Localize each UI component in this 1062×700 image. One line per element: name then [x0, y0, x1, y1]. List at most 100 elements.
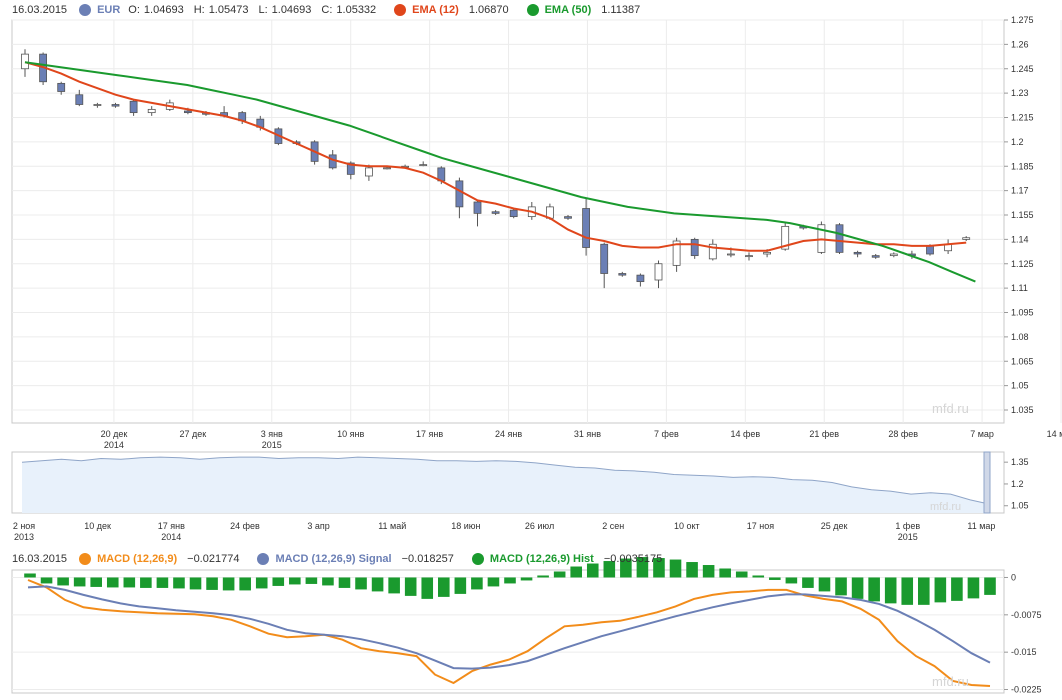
candle-body: [509, 209, 518, 218]
macd-hist-bar: [471, 577, 483, 590]
x-tick-label: 24 янв: [495, 429, 522, 439]
legend-hist-label[interactable]: MACD (12,26,9) Hist: [490, 553, 594, 565]
nav-x-year: 2015: [898, 532, 918, 542]
price-tick-label: 1.05: [1011, 381, 1029, 391]
price-tick-label: 1.17: [1011, 186, 1029, 196]
signal-dot-icon: [257, 553, 270, 565]
price-tick-label: 1.245: [1011, 64, 1034, 74]
price-panel[interactable]: 1.275 1.26 1.245 1.23 1.215 1.2 1.185 1.17 1.155…: [11, 15, 1062, 450]
macd-hist-bar: [802, 577, 814, 588]
price-tick-label: 1.2: [1011, 137, 1024, 147]
x-tick-label: 3 янв: [261, 429, 283, 439]
candle-body: [926, 245, 934, 255]
x-tick-label: 7 фев: [654, 429, 679, 439]
legend-signal-value: −0.018257: [401, 553, 454, 565]
macd-panel[interactable]: 0 -0.0075 -0.015 -0.0225 mfd.ru: [11, 557, 1042, 695]
macd-legend: 16.03.2015 MACD (12,26,9) −0.021774 MACD…: [12, 553, 668, 565]
macd-hist-bar: [388, 577, 400, 594]
nav-x-label: 10 дек: [84, 521, 111, 531]
macd-hist-bar: [487, 577, 500, 587]
nav-x-label: 24 фев: [230, 521, 260, 531]
price-tick-label: 1.155: [1011, 210, 1034, 220]
macd-tick-label: -0.0225: [1011, 685, 1042, 695]
price-tick-label: 1.065: [1011, 356, 1034, 366]
candle-body: [582, 208, 590, 248]
candle-body: [57, 82, 66, 92]
macd-hist-bar: [355, 577, 367, 590]
macd-hist-bar: [835, 577, 847, 596]
macd-hist-bar: [239, 577, 251, 591]
x-tick-label: 14 мар: [1047, 429, 1062, 439]
nav-watermark: mfd.ru: [930, 501, 961, 513]
candle-body: [183, 110, 192, 114]
candle-body: [763, 251, 771, 255]
candle-body: [636, 274, 645, 283]
candle-body: [871, 255, 880, 258]
nav-x-label: 2 сен: [602, 521, 624, 531]
macd-hist-bar: [289, 577, 301, 585]
candle-body: [618, 273, 627, 276]
macd-hist-bar: [255, 577, 268, 589]
x-tick-label: 21 фев: [809, 429, 839, 439]
candle-body: [364, 167, 373, 177]
legend-macd-label[interactable]: MACD (12,26,9): [97, 553, 177, 565]
chart-root: 16.03.2015 EUR O: 1.04693 H: 1.05473 L: …: [0, 0, 1062, 700]
nav-x-label: 18 июн: [451, 521, 480, 531]
macd-tick-label: 0: [1011, 572, 1016, 582]
macd-hist-bar: [24, 573, 36, 578]
macd-hist-bar: [934, 577, 947, 603]
price-tick-label: 1.125: [1011, 259, 1034, 269]
x-tick-label: 14 фев: [730, 429, 760, 439]
macd-hist-bar: [702, 565, 715, 578]
macd-hist-bar: [106, 577, 119, 588]
candle-body: [745, 255, 753, 258]
macd-hist-bar: [421, 577, 434, 599]
legend-hist-value: −0.0035175: [603, 553, 663, 565]
macd-hist-bar: [984, 577, 996, 595]
candle-body: [129, 100, 138, 114]
x-tick-label: 28 фев: [888, 429, 918, 439]
legend-macd-value: −0.021774: [187, 553, 240, 565]
macd-hist-bar: [785, 577, 798, 584]
candle-body: [564, 216, 572, 219]
macd-hist-bar: [40, 577, 53, 584]
macd-hist-bar: [371, 577, 384, 592]
macd-hist-bar: [206, 577, 218, 590]
price-tick-label: 1.11: [1011, 283, 1028, 293]
macd-hist-bar: [884, 577, 897, 604]
macd-hist-bar: [173, 577, 185, 589]
candle-body: [473, 201, 482, 214]
macd-hist-bar: [504, 577, 516, 584]
x-tick-year: 2015: [262, 440, 282, 450]
nav-x-label: 2 ноя: [13, 521, 35, 531]
macd-hist-bar: [719, 568, 731, 578]
macd-hist-bar: [404, 577, 417, 596]
macd-hist-bar: [818, 577, 831, 592]
nav-x-label: 3 апр: [307, 521, 329, 531]
chart-canvas: 1.275 1.26 1.245 1.23 1.215 1.2 1.185 1.17 1.155…: [11, 15, 1062, 695]
macd-hist-bar: [520, 577, 533, 581]
navigator-panel[interactable]: 1.35 1.2 1.05 2 ноя2013 10 дек 17 янв2014 24 ф…: [11, 451, 1029, 542]
candle-body: [21, 53, 29, 70]
legend-signal-label[interactable]: MACD (12,26,9) Signal: [275, 553, 391, 565]
macd-watermark: mfd.ru: [932, 674, 969, 689]
candle-body: [93, 104, 102, 106]
price-tick-label: 1.275: [1011, 15, 1034, 25]
nav-tick-label: 1.35: [1011, 457, 1029, 467]
macd-hist-bar: [586, 563, 599, 578]
macd-hist-bar: [669, 559, 682, 578]
nav-x-year: 2013: [14, 532, 34, 542]
macd-hist-bar: [57, 577, 69, 586]
candle-body: [455, 180, 464, 208]
x-tick-label: 31 янв: [574, 429, 601, 439]
macd-hist-bar: [454, 577, 467, 594]
nav-x-label: 26 июл: [525, 521, 554, 531]
hist-dot-icon: [471, 553, 484, 565]
price-tick-label: 1.095: [1011, 308, 1034, 318]
candle-body: [835, 224, 844, 253]
macd-hist-bar: [851, 577, 864, 599]
candle-body: [111, 104, 120, 107]
nav-x-label: 11 май: [378, 521, 406, 531]
price-tick-label: 1.08: [1011, 332, 1029, 342]
nav-tick-label: 1.2: [1011, 479, 1024, 489]
